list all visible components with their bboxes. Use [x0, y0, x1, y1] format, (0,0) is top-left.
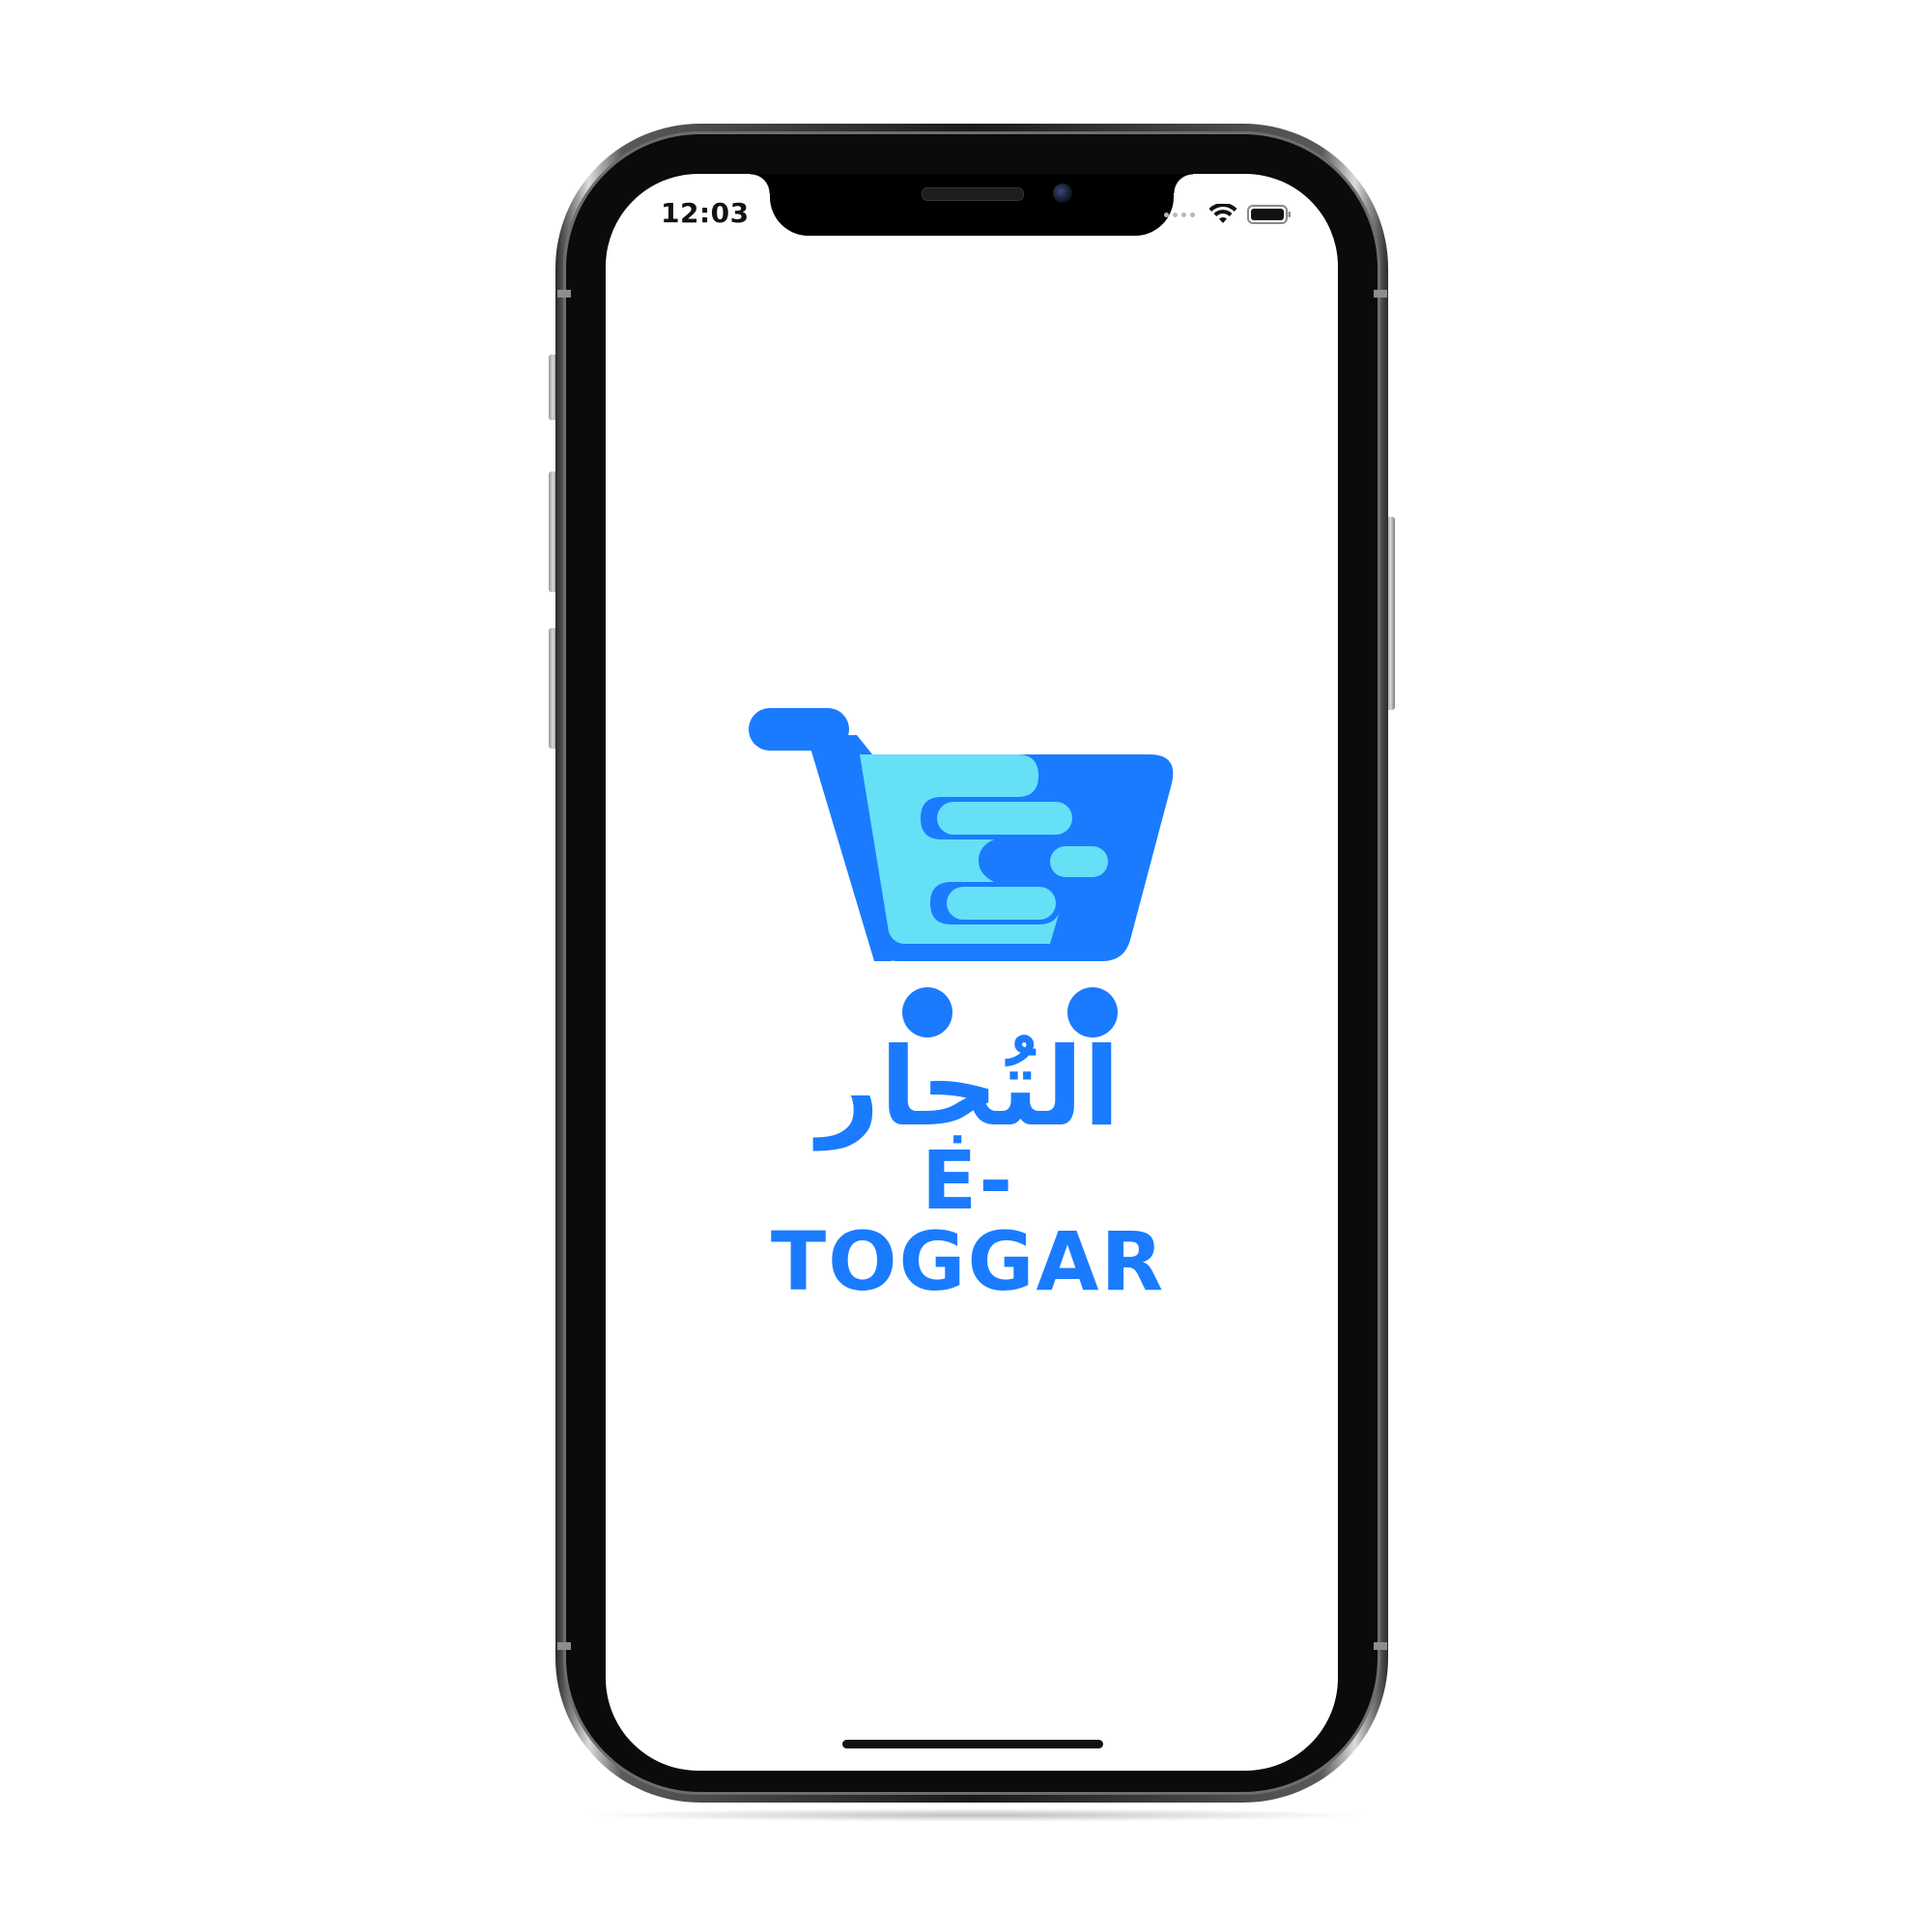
home-indicator[interactable] — [842, 1740, 1103, 1748]
antenna-band — [1374, 290, 1387, 298]
antenna-band — [1374, 1642, 1387, 1650]
splash-logo: التُجار E-TOGGAR — [606, 174, 1338, 1771]
antenna-band — [557, 1642, 571, 1650]
shopping-cart-icon — [749, 708, 1174, 1037]
phone-shadow — [580, 1808, 1372, 1822]
phone-screen[interactable]: 12:03 التُجار E-TOGGAR — [606, 174, 1338, 1771]
brand-name-latin: E-TOGGAR — [770, 1133, 1166, 1309]
mockup-stage: 12:03 التُجار E-TOGGAR — [0, 0, 1932, 1932]
brand-name-arabic: التُجار — [817, 1025, 1121, 1151]
antenna-band — [557, 290, 571, 298]
